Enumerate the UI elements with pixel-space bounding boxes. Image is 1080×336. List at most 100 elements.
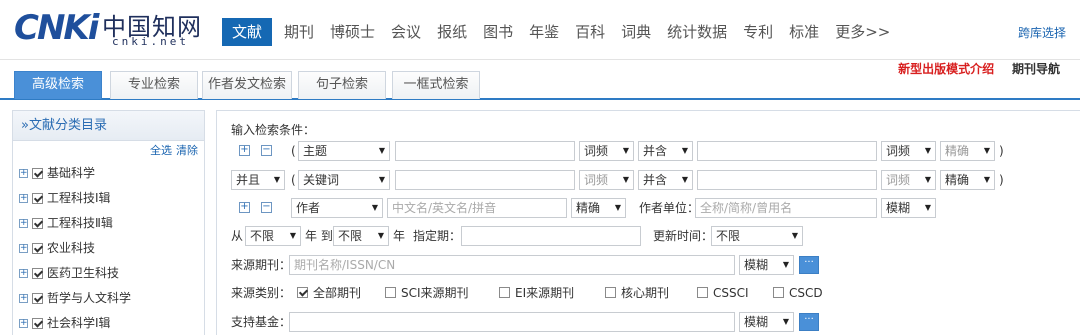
clear-link[interactable]: 清除 — [176, 144, 198, 157]
tab-advanced-search[interactable]: 高级检索 — [14, 71, 102, 99]
right-links: 新型出版模式介绍 期刊导航 — [898, 60, 1060, 77]
category-checkbox[interactable] — [32, 193, 43, 204]
keyword-input-2[interactable] — [697, 141, 877, 161]
new-publishing-intro-link[interactable]: 新型出版模式介绍 — [898, 62, 994, 76]
specify-date-input[interactable] — [461, 226, 641, 246]
nav-item-10[interactable]: 专利 — [735, 18, 781, 46]
frequency-select-2[interactable]: 词频 ▼ — [881, 141, 936, 161]
unit-match-select-value: 模糊 — [886, 201, 911, 215]
expand-icon[interactable]: + — [19, 269, 28, 278]
expand-icon[interactable]: + — [19, 244, 28, 253]
cross-db-select-link[interactable]: 跨库选择 — [1018, 24, 1066, 41]
source-journal-input[interactable]: 期刊名称/ISSN/CN — [289, 255, 735, 275]
match-select[interactable]: 精确 ▼ — [940, 141, 995, 161]
sidebar-item[interactable]: + 基础科学 — [13, 161, 204, 186]
select-all-link[interactable]: 全选 — [150, 144, 172, 157]
operator-select[interactable]: 并含 ▼ — [638, 170, 693, 190]
update-time-select[interactable]: 不限 ▼ — [711, 226, 803, 246]
fund-input[interactable] — [289, 312, 735, 332]
tab-one-box-search[interactable]: 一框式检索 — [392, 71, 480, 99]
fund-match-select[interactable]: 模糊 ▼ — [739, 312, 794, 332]
source-picker-button[interactable]: ··· — [799, 256, 819, 274]
nav-item-3[interactable]: 会议 — [383, 18, 429, 46]
match-select[interactable]: 精确 ▼ — [940, 170, 995, 190]
category-checkbox[interactable] — [32, 218, 43, 229]
author-unit-input[interactable]: 全称/简称/曾用名 — [695, 198, 877, 218]
tab-sentence-search[interactable]: 句子检索 — [298, 71, 386, 99]
field-select[interactable]: 主题 ▼ — [298, 141, 390, 161]
add-row-icon[interactable]: + — [239, 145, 250, 156]
expand-icon[interactable]: + — [19, 319, 28, 328]
sidebar-item[interactable]: + 农业科技 — [13, 236, 204, 261]
sidebar-item-label: 农业科技 — [47, 241, 96, 255]
journal-nav-link[interactable]: 期刊导航 — [1012, 62, 1060, 76]
sidebar-item[interactable]: + 工程科技Ⅰ辑 — [13, 186, 204, 211]
source-type-checkbox[interactable] — [605, 287, 616, 298]
category-checkbox[interactable] — [32, 318, 43, 329]
dropdown-arrow-icon: ▼ — [273, 175, 280, 184]
sidebar-item[interactable]: + 社会科学Ⅰ辑 — [13, 311, 204, 336]
nav-item-12[interactable]: 更多>> — [827, 18, 898, 46]
cnki-logo[interactable]: CNKi 中国知网 cnki.net — [14, 8, 204, 50]
source-match-select[interactable]: 模糊 ▼ — [739, 255, 794, 275]
nav-item-8[interactable]: 词典 — [613, 18, 659, 46]
dropdown-arrow-icon: ▼ — [983, 146, 990, 155]
source-type-checkbox[interactable] — [773, 287, 784, 298]
keyword-input-1[interactable] — [395, 141, 575, 161]
author-field-select[interactable]: 作者 ▼ — [291, 198, 383, 218]
source-type-checkbox[interactable] — [499, 287, 510, 298]
sidebar-item-label: 哲学与人文科学 — [47, 291, 132, 305]
nav-item-7[interactable]: 百科 — [567, 18, 613, 46]
frequency-select-2[interactable]: 词频 ▼ — [881, 170, 936, 190]
nav-item-11[interactable]: 标准 — [781, 18, 827, 46]
source-type-checkbox[interactable] — [297, 287, 308, 298]
dropdown-arrow-icon: ▼ — [377, 231, 384, 240]
remove-row-icon[interactable]: − — [261, 202, 272, 213]
nav-item-2[interactable]: 博硕士 — [322, 18, 383, 46]
keyword-input-3[interactable] — [395, 170, 575, 190]
source-journal-label: 来源期刊： — [231, 258, 292, 272]
expand-icon[interactable]: + — [19, 169, 28, 178]
start-year-select[interactable]: 不限 ▼ — [245, 226, 301, 246]
expand-icon[interactable]: + — [19, 219, 28, 228]
category-checkbox[interactable] — [32, 268, 43, 279]
nav-item-6[interactable]: 年鉴 — [521, 18, 567, 46]
sidebar-item[interactable]: + 工程科技Ⅱ辑 — [13, 211, 204, 236]
tab-author-search[interactable]: 作者发文检索 — [202, 71, 292, 99]
category-checkbox[interactable] — [32, 293, 43, 304]
top-bar: CNKi 中国知网 cnki.net 文献 期刊 博硕士 会议 报纸 图书 年鉴 百科 词典 统计… — [0, 0, 1080, 60]
tab-professional-search[interactable]: 专业检索 — [110, 71, 198, 99]
nav-item-9[interactable]: 统计数据 — [659, 18, 735, 46]
nav-item-1[interactable]: 期刊 — [276, 18, 322, 46]
remove-row-icon[interactable]: − — [261, 145, 272, 156]
nav-item-4[interactable]: 报纸 — [429, 18, 475, 46]
sidebar-title[interactable]: »文献分类目录 — [13, 111, 204, 141]
dropdown-arrow-icon: ▼ — [924, 203, 931, 212]
keyword-input-4[interactable] — [697, 170, 877, 190]
category-checkbox[interactable] — [32, 168, 43, 179]
category-checkbox[interactable] — [32, 243, 43, 254]
author-name-input[interactable]: 中文名/英文名/拼音 — [387, 198, 567, 218]
unit-match-select[interactable]: 模糊 ▼ — [881, 198, 936, 218]
expand-icon[interactable]: + — [19, 194, 28, 203]
field-select[interactable]: 关键词 ▼ — [298, 170, 390, 190]
sidebar-item[interactable]: + 医药卫生科技 — [13, 261, 204, 286]
logic-select[interactable]: 并且 ▼ — [231, 170, 285, 190]
source-type-checkbox[interactable] — [385, 287, 396, 298]
end-year-select[interactable]: 不限 ▼ — [333, 226, 389, 246]
add-row-icon[interactable]: + — [239, 202, 250, 213]
source-type-option-label: 核心期刊 — [621, 286, 670, 300]
sidebar-item[interactable]: + 哲学与人文科学 — [13, 286, 204, 311]
nav-item-5[interactable]: 图书 — [475, 18, 521, 46]
expand-icon[interactable]: + — [19, 294, 28, 303]
source-type-checkbox[interactable] — [697, 287, 708, 298]
operator-select[interactable]: 并含 ▼ — [638, 141, 693, 161]
fund-picker-button[interactable]: ··· — [799, 313, 819, 331]
frequency-select[interactable]: 词频 ▼ — [579, 170, 634, 190]
source-match-value: 模糊 — [744, 258, 769, 272]
author-row: + − 作者 ▼ 中文名/英文名/拼音 精确 ▼ 作者单位： 全称/简称/曾用名 模… — [217, 197, 1080, 219]
frequency-select[interactable]: 词频 ▼ — [579, 141, 634, 161]
nav-item-0[interactable]: 文献 — [222, 18, 273, 46]
author-match-select[interactable]: 精确 ▼ — [571, 198, 626, 218]
frequency-select-2-value: 词频 — [886, 144, 911, 158]
